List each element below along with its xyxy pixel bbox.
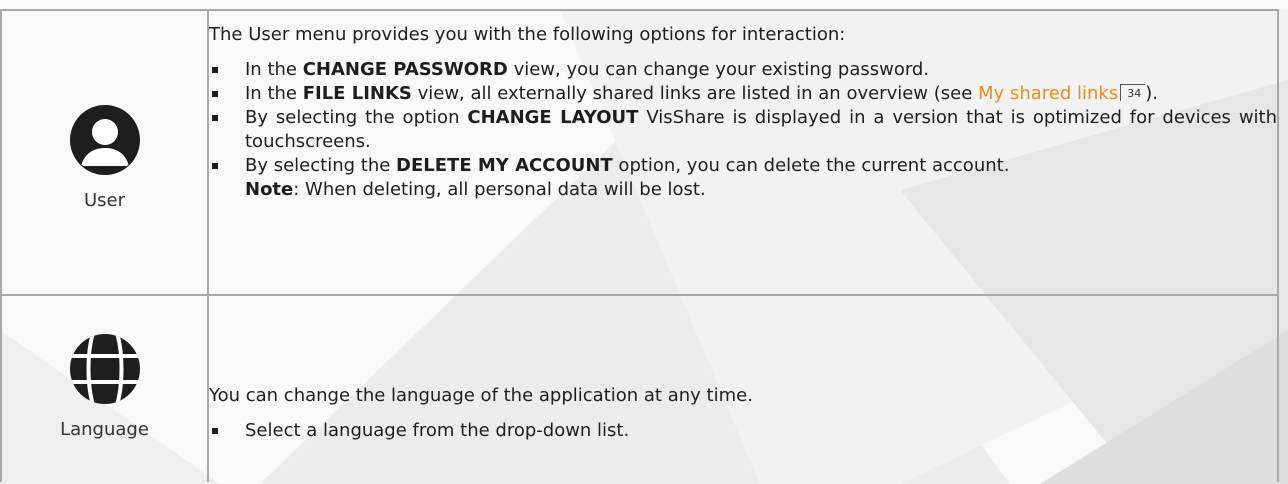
icon-cell-user: User [0, 9, 209, 296]
list-item-file-links: In the FILE LINKS view, all externally s… [209, 82, 1277, 106]
change-layout-term: CHANGE LAYOUT [467, 107, 639, 128]
user-intro: The User menu provides you with the foll… [209, 24, 846, 45]
language-intro: You can change the language of the appli… [209, 385, 753, 406]
list-item-delete-account: By selecting the DELETE MY ACCOUNT optio… [209, 154, 1277, 202]
my-shared-links-link[interactable]: My shared links [978, 83, 1118, 104]
language-label: Language [60, 419, 149, 440]
delete-account-term: DELETE MY ACCOUNT [396, 155, 613, 176]
file-links-term: FILE LINKS [302, 83, 412, 104]
text-cell-user: The User menu provides you with the foll… [207, 9, 1279, 296]
list-item-select-language: Select a language from the drop-down lis… [209, 419, 1277, 443]
user-options-list: In the CHANGE PASSWORD view, you can cha… [209, 58, 1277, 202]
table-row-user: User The User menu provides you with the… [0, 9, 1279, 296]
delete-note: Note: When deleting, all personal data w… [245, 179, 706, 200]
text-cell-language: You can change the language of the appli… [207, 294, 1279, 482]
list-item-change-layout: By selecting the option CHANGE LAYOUT Vi… [209, 106, 1277, 154]
icon-cell-language: Language [0, 294, 209, 482]
feature-table: User The User menu provides you with the… [0, 9, 1279, 482]
page-reference-link[interactable]: 34 [1120, 84, 1146, 101]
language-options-list: Select a language from the drop-down lis… [209, 419, 1277, 443]
document-page: User The User menu provides you with the… [0, 0, 1288, 484]
globe-icon [69, 334, 140, 404]
table-row-language: Language You can change the language of … [0, 294, 1279, 482]
user-avatar-icon [69, 105, 140, 175]
change-password-term: CHANGE PASSWORD [302, 59, 508, 80]
list-item-change-password: In the CHANGE PASSWORD view, you can cha… [209, 58, 1277, 82]
user-label: User [83, 190, 126, 211]
